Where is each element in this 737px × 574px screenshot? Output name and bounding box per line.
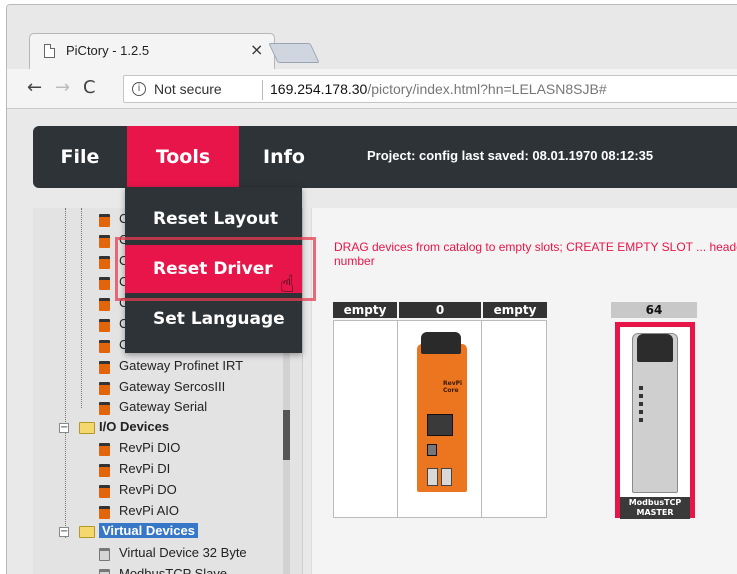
- empty-slot[interactable]: [481, 320, 547, 518]
- collapse-icon[interactable]: −: [59, 527, 69, 537]
- mini-port: [427, 444, 437, 456]
- tree-item-label: ModbusTCP Slave: [119, 566, 228, 574]
- browser-toolbar: ← → C i Not secure 169.254.178.30/pictor…: [7, 69, 737, 109]
- menu-file[interactable]: File: [33, 126, 127, 188]
- modbus-master-device[interactable]: [632, 333, 678, 493]
- tree-item-label: Gateway Serial: [119, 399, 208, 414]
- device-icon: [99, 235, 110, 248]
- device-icon: [99, 277, 110, 290]
- device-icon: [99, 319, 110, 332]
- new-tab-button[interactable]: [268, 43, 320, 63]
- device-icon: [99, 382, 110, 395]
- tree-item-label: Gateway Profinet IRT: [119, 358, 244, 373]
- modbus-master-slot[interactable]: ModbusTCP MASTER: [615, 322, 695, 519]
- device-icon: [99, 569, 110, 574]
- app-menu-bar: File Tools Info Project: config last sav…: [33, 126, 737, 188]
- slot-header: empty: [333, 302, 397, 318]
- tree-category-label: Virtual Devices: [99, 523, 198, 538]
- slot-header: 0: [399, 302, 481, 318]
- empty-slot[interactable]: [333, 320, 399, 518]
- collapse-icon[interactable]: −: [59, 423, 69, 433]
- status-leds: [639, 386, 643, 426]
- tree-item-label: RevPi AIO: [119, 503, 179, 518]
- menu-tools[interactable]: Tools: [127, 126, 239, 188]
- device-cap: [637, 334, 673, 362]
- menu-item-set-language[interactable]: Set Language: [125, 295, 302, 343]
- project-status: Project: config last saved: 08.01.1970 0…: [367, 148, 654, 163]
- close-tab-icon[interactable]: ×: [250, 40, 263, 59]
- slot-header: empty: [483, 302, 547, 318]
- folder-icon: [79, 526, 95, 538]
- device-icon: [99, 506, 110, 519]
- folder-icon: [79, 422, 95, 434]
- device-icon: [99, 340, 110, 353]
- tree-category-label: I/O Devices: [99, 419, 170, 434]
- reload-icon[interactable]: C: [83, 77, 96, 98]
- hint-text: DRAG devices from catalog to empty slots…: [334, 240, 737, 268]
- page: PiCtory - 1.2.5 × ← → C i Not secure 169…: [0, 0, 737, 574]
- master-label: ModbusTCP MASTER: [620, 497, 690, 519]
- back-icon[interactable]: ←: [27, 77, 42, 98]
- device-icon: [99, 256, 110, 269]
- device-icon: [99, 548, 110, 561]
- tree-item-label: RevPi DIO: [119, 440, 181, 455]
- configuration-workspace: DRAG devices from catalog to empty slots…: [311, 208, 737, 574]
- usb-port: [427, 468, 438, 486]
- menu-item-reset-layout[interactable]: Reset Layout: [125, 195, 302, 243]
- hand-cursor-icon: ☝: [280, 270, 295, 298]
- info-icon[interactable]: i: [132, 82, 146, 96]
- address-bar[interactable]: i Not secure 169.254.178.30/pictory/inde…: [123, 75, 737, 103]
- tab-strip: PiCtory - 1.2.5 ×: [7, 5, 737, 71]
- device-cap: [421, 332, 461, 354]
- tree-item-label: Virtual Device 32 Byte: [119, 545, 247, 560]
- menu-info[interactable]: Info: [239, 126, 329, 188]
- divider: [262, 80, 263, 100]
- device-icon: [99, 214, 110, 227]
- tree-guide: [81, 208, 82, 408]
- device-icon: [99, 443, 110, 456]
- tree-guide: [65, 208, 66, 538]
- url-path: /pictory/index.html?hn=LELASN8SJB#: [367, 81, 607, 97]
- tree-item-label: Gateway SercosIII: [119, 379, 226, 394]
- revpi-core-device[interactable]: RevPi Core: [417, 332, 467, 492]
- tree-item-label: RevPi DI: [119, 461, 171, 476]
- page-content: File Tools Info Project: config last sav…: [7, 110, 737, 574]
- device-icon: [99, 485, 110, 498]
- browser-tab[interactable]: PiCtory - 1.2.5 ×: [29, 33, 275, 69]
- device-icon: [99, 361, 110, 374]
- device-icon: [99, 298, 110, 311]
- device-rack: empty 0 empty 64 RevPi Core ModbusTCP MA…: [333, 302, 697, 519]
- tab-title: PiCtory - 1.2.5: [66, 43, 150, 58]
- sidebar-scroll-handle[interactable]: [283, 410, 290, 460]
- ethernet-port: [427, 414, 453, 436]
- page-icon: [44, 44, 55, 58]
- device-icon: [99, 464, 110, 477]
- url-text[interactable]: 169.254.178.30/pictory/index.html?hn=LEL…: [270, 81, 607, 97]
- tree-item-label: RevPi DO: [119, 482, 177, 497]
- device-brand: RevPi Core: [443, 380, 463, 394]
- forward-icon[interactable]: →: [55, 77, 70, 98]
- usb-port: [441, 468, 452, 486]
- device-icon: [99, 402, 110, 415]
- slot-header: 64: [611, 302, 697, 318]
- security-label[interactable]: Not secure: [154, 81, 222, 97]
- url-host: 169.254.178.30: [270, 81, 368, 97]
